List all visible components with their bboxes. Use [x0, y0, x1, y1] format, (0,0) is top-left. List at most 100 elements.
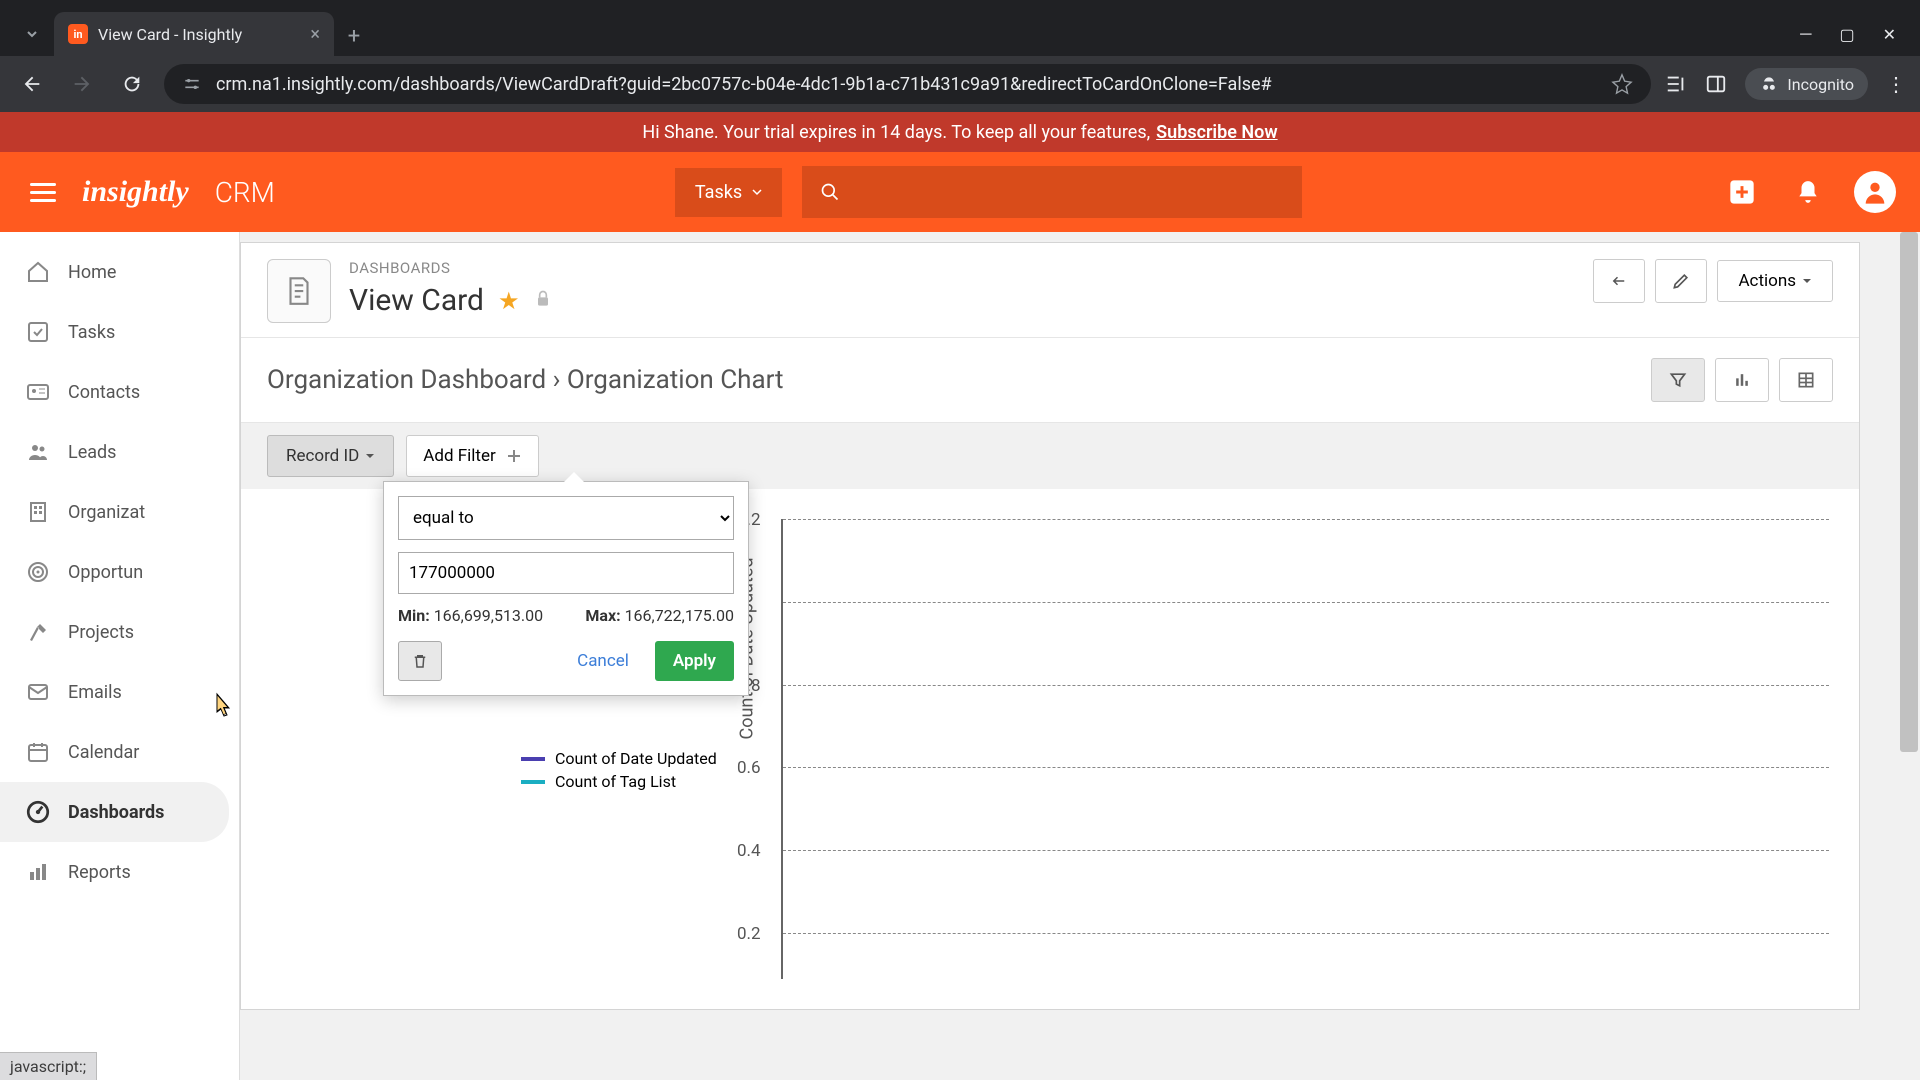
add-filter-button[interactable]: Add Filter: [406, 435, 538, 477]
sidebar-item-projects[interactable]: Projects: [0, 602, 239, 662]
vertical-scrollbar[interactable]: [1898, 232, 1920, 1080]
check-icon: [24, 318, 52, 346]
hammer-icon: [24, 618, 52, 646]
chevron-down-icon: [752, 187, 762, 197]
browser-menu-icon[interactable]: ⋮: [1886, 72, 1906, 96]
nav-reload-button[interactable]: [114, 66, 150, 102]
app-name: CRM: [215, 176, 275, 209]
favorite-star-icon[interactable]: ★: [498, 287, 520, 315]
sidebar-item-leads[interactable]: Leads: [0, 422, 239, 482]
search-icon: [820, 182, 840, 202]
sidebar-item-organizations[interactable]: Organizat: [0, 482, 239, 542]
trial-message: Hi Shane. Your trial expires in 14 days.…: [642, 122, 1150, 143]
sidebar: Home Tasks Contacts Leads Organizat Oppo…: [0, 232, 240, 1080]
filter-operator-select[interactable]: equal to: [398, 496, 734, 540]
sidebar-item-label: Emails: [68, 682, 122, 703]
site-settings-icon[interactable]: [182, 74, 202, 94]
calendar-icon: [24, 738, 52, 766]
add-button[interactable]: [1722, 172, 1762, 212]
filter-delete-button[interactable]: [398, 641, 442, 681]
legend-item: Count of Date Updated: [521, 749, 717, 768]
new-tab-button[interactable]: +: [334, 16, 374, 56]
plus-icon: [506, 448, 522, 464]
sidebar-item-label: Opportun: [68, 562, 143, 583]
browser-toolbar: crm.na1.insightly.com/dashboards/ViewCar…: [0, 56, 1920, 112]
legend-swatch-icon: [521, 757, 545, 761]
window-close-icon[interactable]: ✕: [1883, 25, 1896, 44]
card-panel: DASHBOARDS View Card ★ Actions Organizat…: [240, 242, 1860, 1010]
nav-back-button[interactable]: [14, 66, 50, 102]
edit-button[interactable]: [1655, 259, 1707, 303]
trial-banner: Hi Shane. Your trial expires in 14 days.…: [0, 112, 1920, 152]
legend-item: Count of Tag List: [521, 772, 717, 791]
bars-icon: [24, 858, 52, 886]
sidebar-item-label: Projects: [68, 622, 134, 643]
filter-apply-button[interactable]: Apply: [655, 641, 734, 681]
incognito-label: Incognito: [1787, 75, 1854, 94]
scrollbar-thumb[interactable]: [1900, 232, 1918, 752]
sidebar-item-reports[interactable]: Reports: [0, 842, 239, 902]
bookmark-star-icon[interactable]: [1611, 73, 1633, 95]
home-icon: [24, 258, 52, 286]
view-toggle-filter[interactable]: [1651, 358, 1705, 402]
url-bar[interactable]: crm.na1.insightly.com/dashboards/ViewCar…: [164, 64, 1651, 104]
window-maximize-icon[interactable]: ▢: [1839, 25, 1854, 44]
sidebar-item-label: Contacts: [68, 382, 140, 403]
sidebar-item-label: Calendar: [68, 742, 139, 763]
sidebar-item-label: Tasks: [68, 322, 115, 343]
sidebar-item-dashboards[interactable]: Dashboards: [0, 782, 229, 842]
sidebar-item-tasks[interactable]: Tasks: [0, 302, 239, 362]
subscribe-link[interactable]: Subscribe Now: [1156, 122, 1277, 143]
people-icon: [24, 438, 52, 466]
back-button[interactable]: [1593, 259, 1645, 303]
app-header: insightly CRM Tasks: [0, 152, 1920, 232]
sidebar-item-emails[interactable]: Emails: [0, 662, 239, 722]
status-bar: javascript:;: [0, 1052, 97, 1080]
sidebar-item-calendar[interactable]: Calendar: [0, 722, 239, 782]
view-toggle-table[interactable]: [1779, 358, 1833, 402]
gauge-icon: [24, 798, 52, 826]
filter-value-input[interactable]: [398, 552, 734, 594]
content-area: DASHBOARDS View Card ★ Actions Organizat…: [240, 232, 1920, 1080]
side-panel-icon[interactable]: [1705, 73, 1727, 95]
reading-list-icon[interactable]: [1665, 73, 1687, 95]
sidebar-item-contacts[interactable]: Contacts: [0, 362, 239, 422]
sidebar-item-label: Home: [68, 262, 116, 283]
sidebar-item-label: Organizat: [68, 502, 145, 523]
user-avatar[interactable]: [1854, 171, 1896, 213]
chevron-down-icon: [365, 451, 375, 461]
search-scope-dropdown[interactable]: Tasks: [675, 168, 782, 217]
card-title: View Card: [349, 283, 484, 318]
chart-legend: Count of Date Updated Count of Tag List: [521, 749, 717, 795]
subheader-breadcrumb: Organization Dashboard › Organization Ch…: [267, 365, 784, 395]
tab-favicon-icon: in: [68, 24, 88, 44]
logo[interactable]: insightly: [82, 175, 189, 209]
tab-title: View Card - Insightly: [98, 25, 242, 44]
sidebar-item-opportunities[interactable]: Opportun: [0, 542, 239, 602]
window-minimize-icon[interactable]: ─: [1800, 24, 1811, 44]
sidebar-item-home[interactable]: Home: [0, 242, 239, 302]
tab-close-icon[interactable]: ×: [310, 24, 320, 45]
incognito-badge[interactable]: Incognito: [1745, 68, 1868, 100]
filter-chip-record-id[interactable]: Record ID: [267, 435, 394, 477]
filter-popover: equal to Min: 166,699,513.00 Max: 166,72…: [383, 481, 749, 696]
browser-tab[interactable]: in View Card - Insightly ×: [54, 12, 334, 56]
hamburger-menu-icon[interactable]: [24, 177, 62, 208]
filter-range: Min: 166,699,513.00 Max: 166,722,175.00: [398, 606, 734, 625]
sidebar-item-label: Leads: [68, 442, 116, 463]
nav-forward-button: [64, 66, 100, 102]
card-thumbnail-icon: [267, 259, 331, 323]
search-input[interactable]: [802, 166, 1302, 218]
actions-dropdown[interactable]: Actions: [1717, 260, 1833, 302]
card-breadcrumb: DASHBOARDS: [349, 259, 553, 277]
filter-cancel-button[interactable]: Cancel: [561, 641, 645, 681]
view-toggle-chart[interactable]: [1715, 358, 1769, 402]
chart-grid: 1.2 1 0.8 0.6 0.4 0.2: [781, 519, 1829, 979]
building-icon: [24, 498, 52, 526]
mail-icon: [24, 678, 52, 706]
notifications-icon[interactable]: [1788, 172, 1828, 212]
url-text: crm.na1.insightly.com/dashboards/ViewCar…: [216, 74, 1597, 95]
chevron-down-icon: [1802, 276, 1812, 286]
legend-swatch-icon: [521, 780, 545, 784]
tab-search-dropdown[interactable]: [10, 12, 54, 56]
